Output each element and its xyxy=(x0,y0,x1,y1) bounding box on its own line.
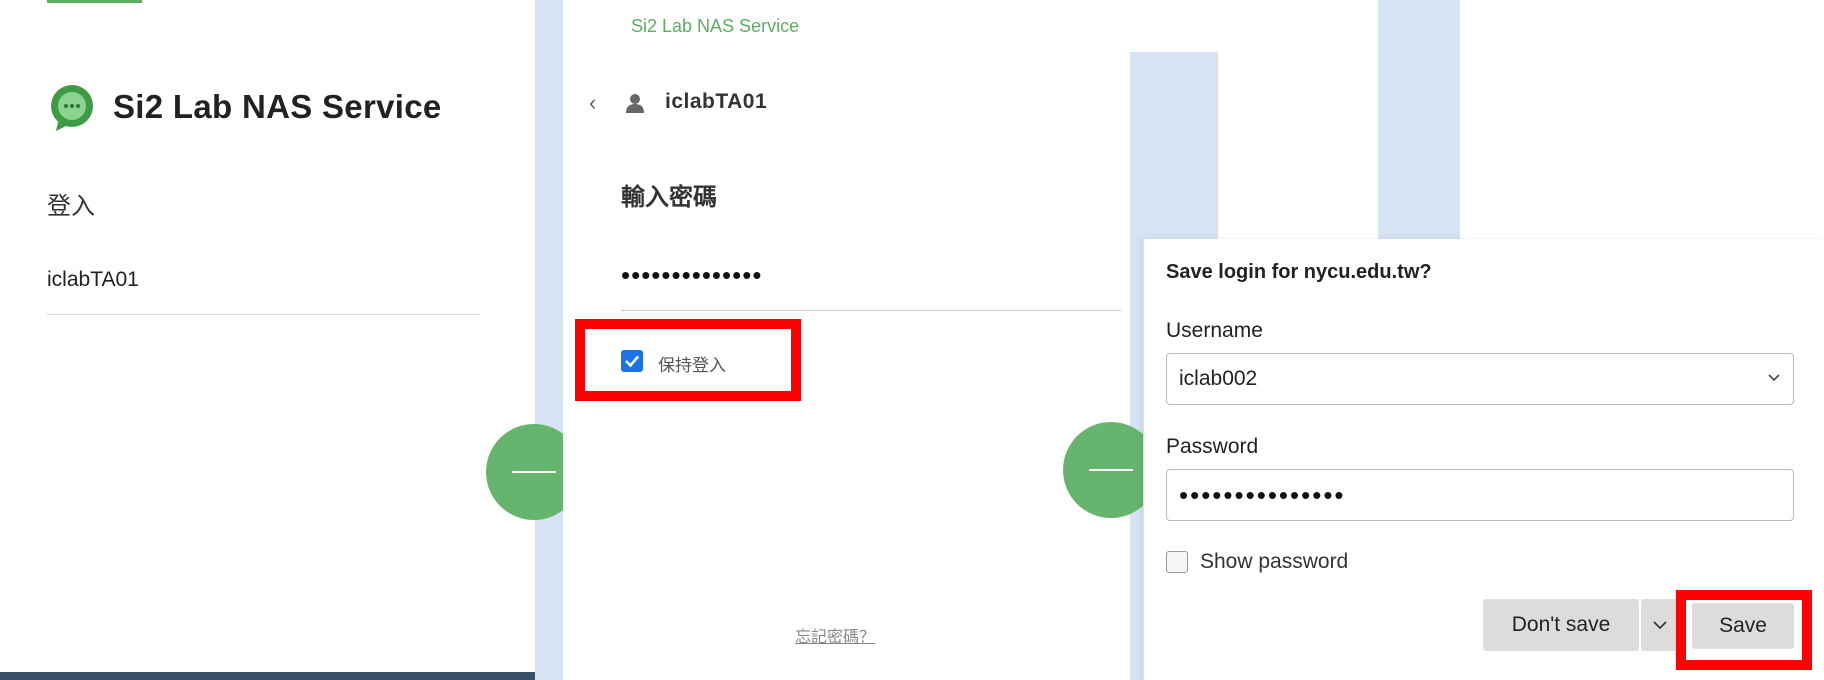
show-password-checkbox[interactable] xyxy=(1166,551,1188,573)
input-underline xyxy=(47,314,480,315)
accent-line xyxy=(47,0,142,3)
login-heading: 登入 xyxy=(47,193,95,220)
highlight-box xyxy=(1676,590,1812,670)
account-name: iclabTA01 xyxy=(665,90,768,113)
password-input[interactable]: •••••••••••••• xyxy=(621,260,762,291)
chat-bubble-icon xyxy=(48,84,96,132)
username-select[interactable]: iclab002 xyxy=(1166,353,1794,405)
chevron-left-icon[interactable]: ‹ xyxy=(589,90,596,116)
password-label: Password xyxy=(1166,435,1259,458)
username-input[interactable]: iclabTA01 xyxy=(47,268,139,292)
forgot-password-link[interactable]: 忘記密碼？ xyxy=(795,623,875,647)
arrow-icon xyxy=(512,471,556,473)
arrow-icon xyxy=(1089,469,1133,471)
username-value: iclab002 xyxy=(1179,367,1258,390)
background-shape xyxy=(1378,0,1460,250)
username-label: Username xyxy=(1166,319,1263,342)
chevron-down-icon[interactable] xyxy=(1767,370,1781,389)
chevron-down-icon xyxy=(1653,621,1667,630)
dont-save-button[interactable]: Don't save xyxy=(1483,599,1639,651)
brand-label: Si2 Lab NAS Service xyxy=(631,16,800,36)
highlight-box xyxy=(575,319,801,401)
password-heading: 輸入密碼 xyxy=(621,184,717,211)
background-shape xyxy=(535,0,563,680)
login-panel-username: Si2 Lab NAS Service 登入 iclabTA01 xyxy=(0,0,582,672)
user-icon xyxy=(625,93,645,113)
background-strip xyxy=(0,672,535,680)
dialog-title: Save login for nycu.edu.tw? xyxy=(1166,261,1432,283)
input-underline xyxy=(621,310,1121,311)
save-options-dropdown[interactable] xyxy=(1641,599,1679,651)
show-password-label[interactable]: Show password xyxy=(1200,550,1348,574)
brand-title: Si2 Lab NAS Service xyxy=(113,88,442,125)
password-value: ••••••••••••••• xyxy=(1179,480,1346,510)
password-field[interactable]: ••••••••••••••• xyxy=(1166,469,1794,521)
